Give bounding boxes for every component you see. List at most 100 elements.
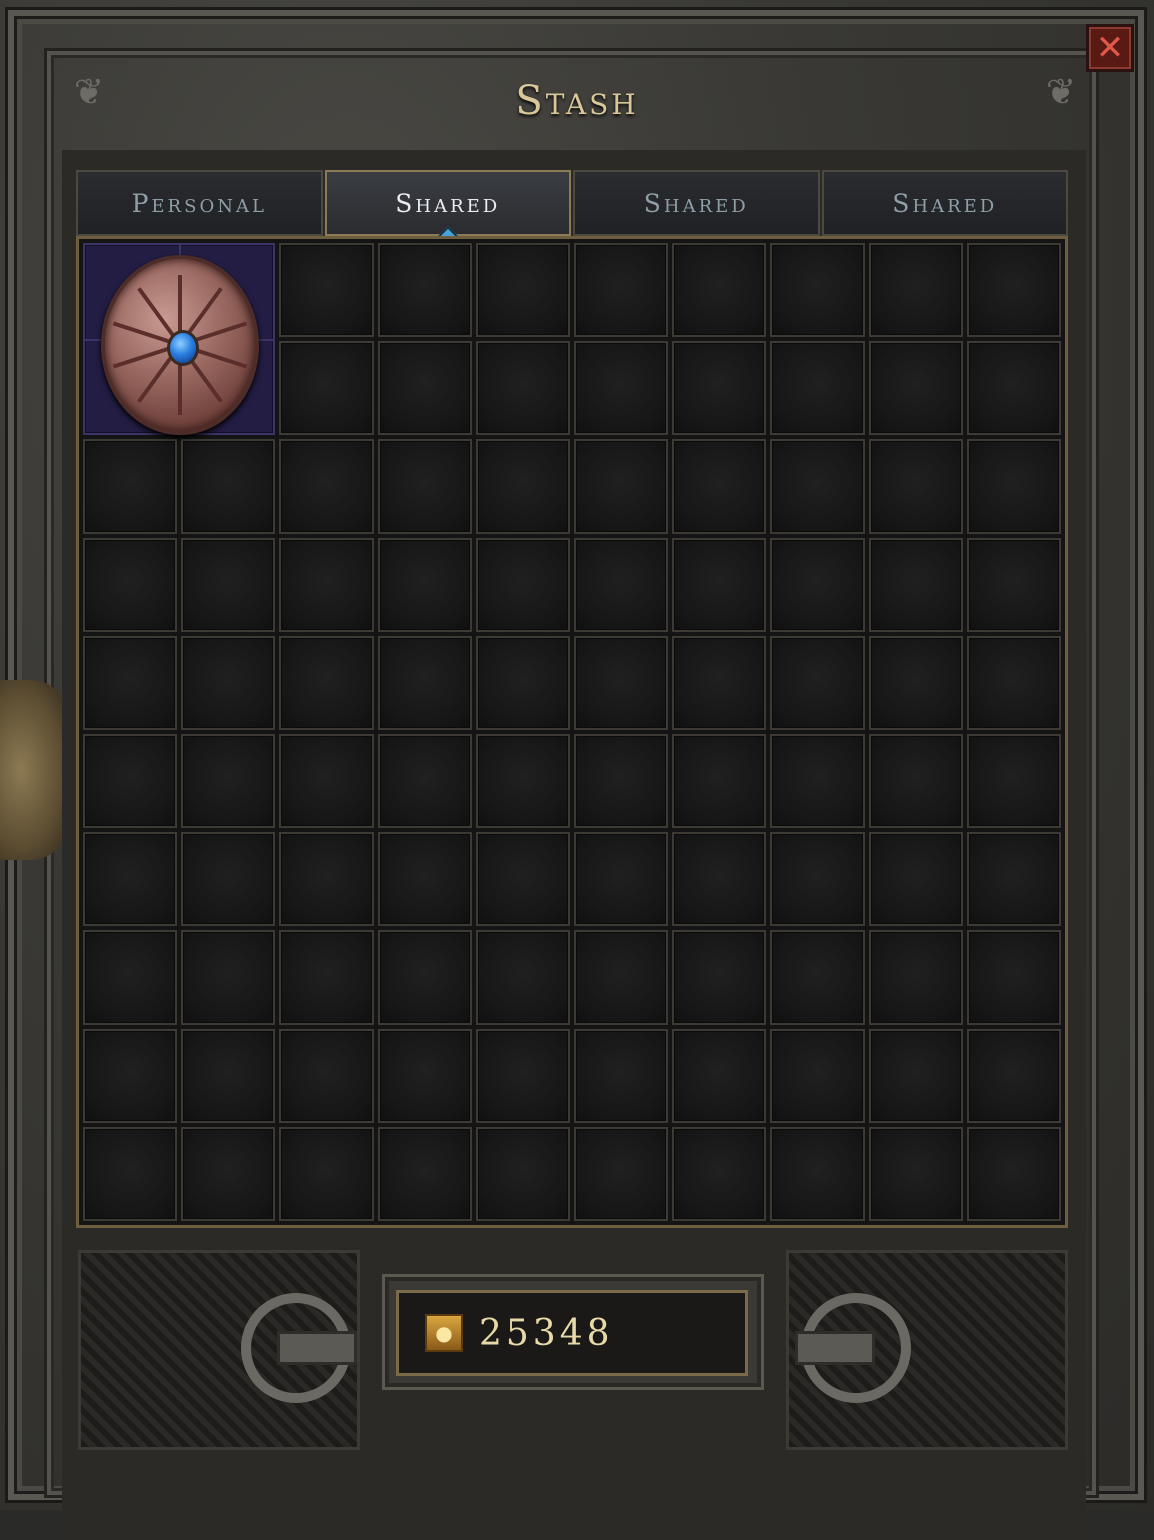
inventory-slot[interactable] bbox=[475, 635, 570, 730]
inventory-slot[interactable] bbox=[279, 243, 374, 338]
inventory-slot[interactable] bbox=[770, 537, 865, 632]
inventory-slot[interactable] bbox=[672, 832, 767, 927]
inventory-slot[interactable] bbox=[475, 439, 570, 534]
inventory-slot[interactable] bbox=[770, 341, 865, 436]
inventory-slot[interactable] bbox=[377, 635, 472, 730]
inventory-slot[interactable] bbox=[868, 832, 963, 927]
inventory-slot[interactable] bbox=[966, 1126, 1061, 1221]
inventory-slot[interactable] bbox=[573, 635, 669, 730]
inventory-slot[interactable] bbox=[83, 733, 178, 829]
inventory-slot[interactable] bbox=[181, 1126, 276, 1221]
inventory-slot[interactable] bbox=[83, 1028, 178, 1123]
inventory-slot[interactable] bbox=[770, 635, 865, 730]
inventory-slot[interactable] bbox=[83, 537, 178, 632]
inventory-slot[interactable] bbox=[770, 243, 865, 338]
inventory-slot[interactable] bbox=[83, 635, 178, 730]
inventory-slot[interactable] bbox=[966, 733, 1061, 829]
inventory-slot[interactable] bbox=[181, 930, 276, 1025]
inventory-slot[interactable] bbox=[475, 341, 570, 436]
inventory-slot[interactable] bbox=[672, 1126, 767, 1221]
inventory-slot[interactable] bbox=[672, 930, 767, 1025]
inventory-slot[interactable] bbox=[868, 537, 963, 632]
inventory-slot[interactable] bbox=[573, 930, 669, 1025]
inventory-slot[interactable] bbox=[573, 832, 669, 927]
inventory-slot[interactable] bbox=[573, 537, 669, 632]
inventory-slot[interactable] bbox=[573, 243, 669, 338]
inventory-slot[interactable] bbox=[573, 1028, 669, 1123]
inventory-slot[interactable] bbox=[868, 930, 963, 1025]
inventory-slot[interactable] bbox=[966, 243, 1061, 338]
inventory-slot[interactable] bbox=[279, 439, 374, 534]
inventory-slot[interactable] bbox=[475, 930, 570, 1025]
tab-shared-3[interactable]: Shared bbox=[821, 170, 1068, 236]
inventory-slot[interactable] bbox=[475, 1126, 570, 1221]
tab-shared-2[interactable]: Shared bbox=[573, 170, 820, 236]
tab-shared-1[interactable]: Shared bbox=[324, 170, 571, 246]
inventory-slot[interactable] bbox=[672, 1028, 767, 1123]
inventory-slot[interactable] bbox=[279, 1126, 374, 1221]
inventory-slot[interactable] bbox=[279, 1028, 374, 1123]
inventory-slot[interactable] bbox=[966, 439, 1061, 534]
inventory-slot[interactable] bbox=[377, 439, 472, 534]
inventory-slot[interactable] bbox=[966, 635, 1061, 730]
inventory-slot[interactable] bbox=[475, 1028, 570, 1123]
inventory-slot[interactable] bbox=[966, 1028, 1061, 1123]
inventory-slot[interactable] bbox=[672, 635, 767, 730]
inventory-slot[interactable] bbox=[573, 733, 669, 829]
inventory-slot[interactable] bbox=[475, 832, 570, 927]
inventory-slot[interactable] bbox=[181, 733, 276, 829]
inventory-slot[interactable] bbox=[868, 439, 963, 534]
inventory-slot[interactable] bbox=[770, 930, 865, 1025]
inventory-slot[interactable] bbox=[377, 930, 472, 1025]
inventory-slot[interactable] bbox=[181, 1028, 276, 1123]
inventory-slot[interactable] bbox=[966, 832, 1061, 927]
inventory-slot[interactable] bbox=[83, 1126, 178, 1221]
inventory-slot[interactable] bbox=[868, 243, 963, 338]
inventory-slot[interactable] bbox=[279, 537, 374, 632]
inventory-slot[interactable] bbox=[868, 635, 963, 730]
inventory-slot[interactable] bbox=[83, 439, 178, 534]
inventory-slot[interactable] bbox=[966, 930, 1061, 1025]
inventory-slot[interactable] bbox=[672, 439, 767, 534]
inventory-slot[interactable] bbox=[181, 537, 276, 632]
inventory-slot[interactable] bbox=[770, 832, 865, 927]
inventory-slot[interactable] bbox=[770, 439, 865, 534]
close-button[interactable]: ✕ bbox=[1086, 24, 1134, 72]
inventory-slot[interactable] bbox=[181, 439, 276, 534]
inventory-slot[interactable] bbox=[279, 930, 374, 1025]
inventory-slot[interactable] bbox=[377, 832, 472, 927]
inventory-slot[interactable] bbox=[672, 733, 767, 829]
inventory-slot[interactable] bbox=[377, 537, 472, 632]
inventory-slot[interactable] bbox=[475, 537, 570, 632]
inventory-slot[interactable] bbox=[377, 243, 472, 338]
inventory-slot[interactable] bbox=[966, 537, 1061, 632]
inventory-slot[interactable] bbox=[279, 635, 374, 730]
inventory-slot[interactable] bbox=[868, 341, 963, 436]
inventory-slot[interactable] bbox=[868, 1028, 963, 1123]
inventory-slot[interactable] bbox=[966, 341, 1061, 436]
inventory-slot[interactable] bbox=[672, 537, 767, 632]
inventory-slot[interactable] bbox=[181, 832, 276, 927]
inventory-slot[interactable] bbox=[377, 1126, 472, 1221]
inventory-slot[interactable] bbox=[672, 243, 767, 338]
tab-personal[interactable]: Personal bbox=[76, 170, 323, 236]
inventory-slot[interactable] bbox=[573, 1126, 669, 1221]
inventory-slot[interactable] bbox=[770, 1028, 865, 1123]
inventory-slot[interactable] bbox=[377, 1028, 472, 1123]
inventory-slot[interactable] bbox=[672, 341, 767, 436]
inventory-slot[interactable] bbox=[279, 733, 374, 829]
inventory-slot[interactable] bbox=[83, 930, 178, 1025]
inventory-slot[interactable] bbox=[475, 243, 570, 338]
inventory-slot[interactable] bbox=[770, 733, 865, 829]
inventory-slot[interactable] bbox=[868, 733, 963, 829]
inventory-slot[interactable] bbox=[770, 1126, 865, 1221]
inventory-item-shield[interactable] bbox=[83, 243, 276, 436]
inventory-slot[interactable] bbox=[377, 341, 472, 436]
inventory-slot[interactable] bbox=[279, 832, 374, 927]
inventory-slot[interactable] bbox=[377, 733, 472, 829]
inventory-slot[interactable] bbox=[475, 733, 570, 829]
inventory-slot[interactable] bbox=[181, 635, 276, 730]
inventory-slot[interactable] bbox=[279, 341, 374, 436]
inventory-slot[interactable] bbox=[83, 832, 178, 927]
inventory-slot[interactable] bbox=[573, 439, 669, 534]
